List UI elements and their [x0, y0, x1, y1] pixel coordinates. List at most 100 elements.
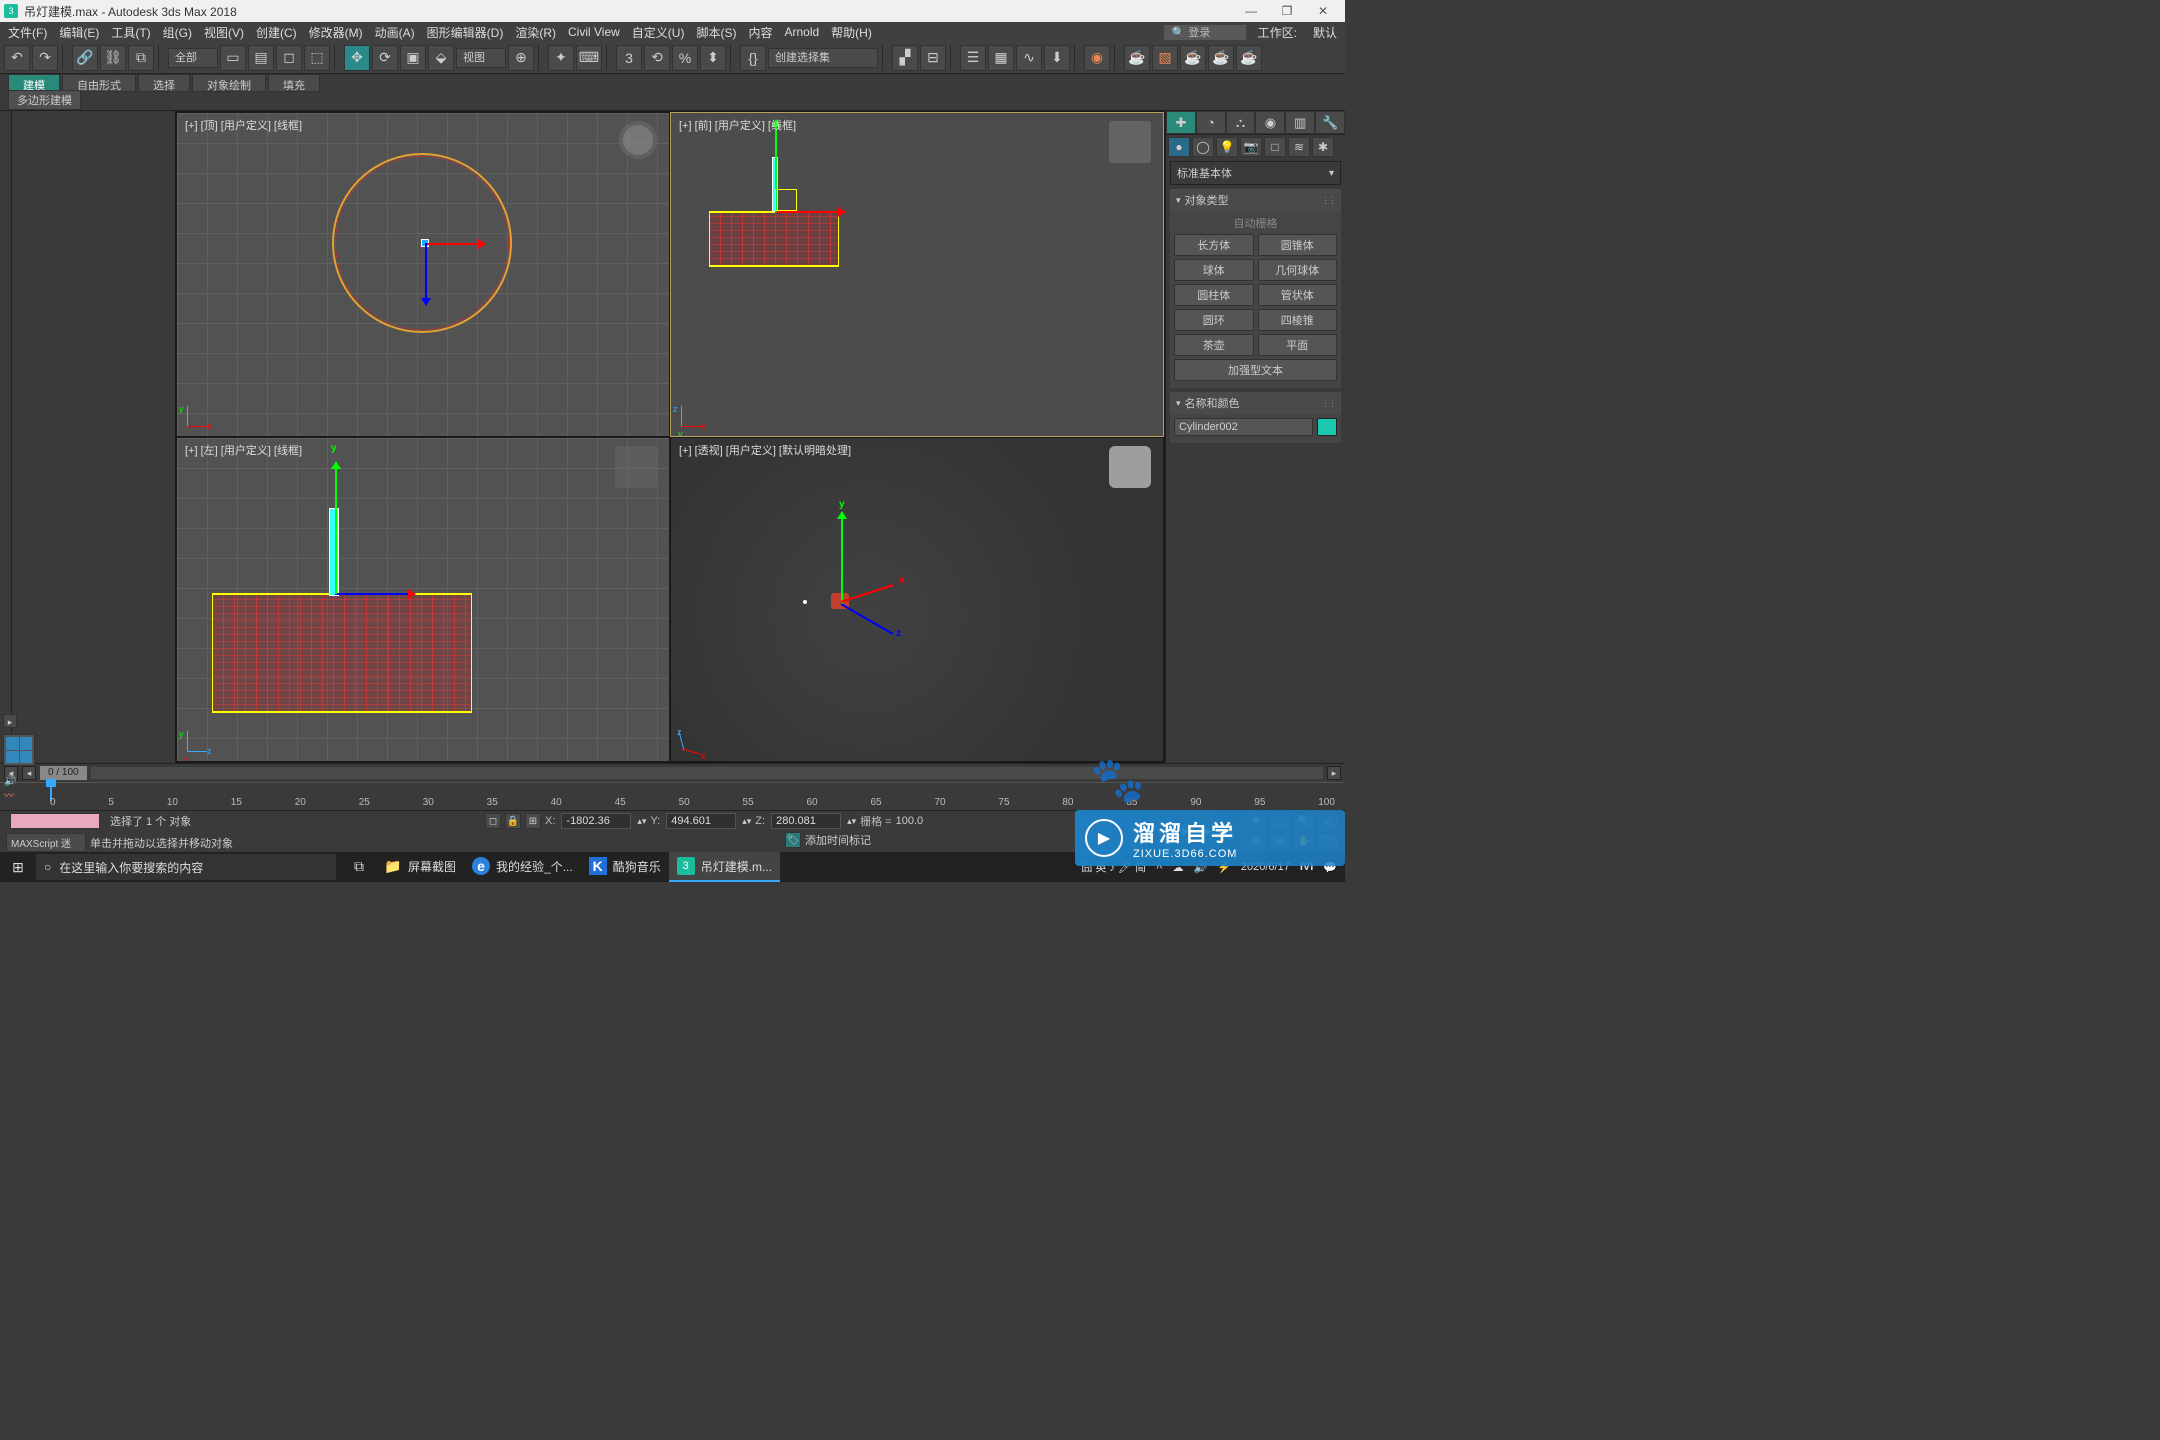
- viewport-front[interactable]: [+] [前] [用户定义] [线框] x z y: [671, 113, 1163, 436]
- placement-button[interactable]: ⬙: [428, 45, 454, 71]
- task-view-button[interactable]: ⧉: [342, 852, 376, 882]
- subtab-shapes[interactable]: ◯: [1192, 137, 1214, 157]
- select-name-button[interactable]: ▤: [248, 45, 274, 71]
- viewport-label-front[interactable]: [+] [前] [用户定义] [线框]: [679, 117, 796, 133]
- taskbar-item[interactable]: e我的经验_个...: [464, 852, 581, 882]
- subtab-geometry[interactable]: ●: [1168, 137, 1190, 157]
- menu-animation[interactable]: 动画(A): [371, 24, 419, 41]
- selection-filter[interactable]: 全部: [168, 48, 218, 68]
- isolate-button[interactable]: ◻: [485, 813, 501, 829]
- coord-display-button[interactable]: ⊞: [525, 813, 541, 829]
- align-button[interactable]: ⊟: [920, 45, 946, 71]
- subtab-lights[interactable]: 💡: [1216, 137, 1238, 157]
- menu-modifiers[interactable]: 修改器(M): [305, 24, 367, 41]
- tab-display[interactable]: ▥: [1285, 111, 1315, 134]
- material-editor-button[interactable]: ◉: [1084, 45, 1110, 71]
- viewport-label-top[interactable]: [+] [顶] [用户定义] [线框]: [185, 117, 302, 133]
- audio-toggle[interactable]: 🔊〰: [4, 783, 24, 795]
- add-time-tag[interactable]: 添加时间标记: [805, 832, 871, 848]
- snap-button[interactable]: 3: [616, 45, 642, 71]
- ribbon-tab-selection[interactable]: 选择: [138, 74, 190, 92]
- named-sel-edit-button[interactable]: {}: [740, 45, 766, 71]
- viewport-label-left[interactable]: [+] [左] [用户定义] [线框]: [185, 442, 302, 458]
- unlink-button[interactable]: ⛓: [100, 45, 126, 71]
- taskbar-search[interactable]: ○ 在这里输入你要搜索的内容: [36, 854, 336, 880]
- render-setup-button[interactable]: ☕: [1124, 45, 1150, 71]
- taskbar-item[interactable]: 📁屏幕截图: [376, 852, 464, 882]
- menu-graph[interactable]: 图形编辑器(D): [423, 24, 508, 41]
- object-cylinder-left[interactable]: [212, 593, 472, 713]
- rotate-button[interactable]: ⟳: [372, 45, 398, 71]
- btn-torus[interactable]: 圆环: [1174, 309, 1254, 331]
- btn-sphere[interactable]: 球体: [1174, 259, 1254, 281]
- object-name-input[interactable]: Cylinder002: [1174, 418, 1313, 436]
- btn-plane[interactable]: 平面: [1258, 334, 1338, 356]
- ribbon-tab-objpaint[interactable]: 对象绘制: [192, 74, 266, 92]
- scene-explorer-bar[interactable]: [0, 111, 12, 763]
- menu-edit[interactable]: 编辑(E): [55, 24, 103, 41]
- spinner-snap-button[interactable]: ⬍: [700, 45, 726, 71]
- coord-z[interactable]: 280.081: [771, 813, 841, 829]
- selected-cylinder-left[interactable]: [329, 508, 339, 596]
- rollout-name-color[interactable]: 名称和颜色: [1170, 392, 1341, 414]
- named-selection-set[interactable]: 创建选择集: [768, 48, 878, 68]
- subtab-systems[interactable]: ✱: [1312, 137, 1334, 157]
- menu-tools[interactable]: 工具(T): [107, 24, 154, 41]
- taskbar-item[interactable]: 3吊灯建模.m...: [669, 852, 780, 882]
- track-next-button[interactable]: ▸: [1327, 766, 1341, 780]
- object-cylinder-front[interactable]: [709, 211, 839, 267]
- minimize-button[interactable]: —: [1233, 0, 1269, 22]
- tab-motion[interactable]: ◉: [1255, 111, 1285, 134]
- menu-help[interactable]: 帮助(H): [827, 24, 876, 41]
- track-prev2-button[interactable]: ◂: [22, 766, 36, 780]
- render-prod-button[interactable]: ☕: [1208, 45, 1234, 71]
- coord-x[interactable]: -1802.36: [561, 813, 631, 829]
- angle-snap-button[interactable]: ⟲: [644, 45, 670, 71]
- viewport-perspective[interactable]: [+] [透视] [用户定义] [默认明暗处理] y x z z x: [671, 438, 1163, 761]
- coord-y[interactable]: 494.601: [666, 813, 736, 829]
- workspace-selector[interactable]: 默认: [1309, 24, 1341, 41]
- time-tag-icon[interactable]: 🏷: [785, 832, 801, 848]
- move-button[interactable]: ✥: [344, 45, 370, 71]
- layer-button[interactable]: ☰: [960, 45, 986, 71]
- maximize-button[interactable]: ❐: [1269, 0, 1305, 22]
- curve-editor-button[interactable]: ∿: [1016, 45, 1042, 71]
- maxscript-listener[interactable]: MAXScript 迷: [6, 833, 86, 852]
- mirror-button[interactable]: ▞: [892, 45, 918, 71]
- render-frame-button[interactable]: ▧: [1152, 45, 1178, 71]
- frame-indicator[interactable]: 0 / 100: [40, 766, 87, 780]
- btn-box[interactable]: 长方体: [1174, 234, 1254, 256]
- taskbar-item[interactable]: K酷狗音乐: [581, 852, 669, 882]
- render-button[interactable]: ☕: [1180, 45, 1206, 71]
- object-color-swatch[interactable]: [1317, 418, 1337, 436]
- btn-geosphere[interactable]: 几何球体: [1258, 259, 1338, 281]
- percent-snap-button[interactable]: %: [672, 45, 698, 71]
- keyboard-shortcut-button[interactable]: ⌨: [576, 45, 602, 71]
- schematic-button[interactable]: ⬇: [1044, 45, 1070, 71]
- manipulate-button[interactable]: ✦: [548, 45, 574, 71]
- viewport-top[interactable]: [+] [顶] [用户定义] [线框] x y: [177, 113, 669, 436]
- tab-modify[interactable]: ◔: [1196, 111, 1226, 134]
- lock-button[interactable]: 🔒: [505, 813, 521, 829]
- window-cross-button[interactable]: ⬚: [304, 45, 330, 71]
- menu-file[interactable]: 文件(F): [4, 24, 51, 41]
- subtab-helpers[interactable]: □: [1264, 137, 1286, 157]
- menu-group[interactable]: 组(G): [159, 24, 196, 41]
- tab-hierarchy[interactable]: ⛬: [1226, 111, 1256, 134]
- btn-pyramid[interactable]: 四棱锥: [1258, 309, 1338, 331]
- rollout-object-type[interactable]: 对象类型: [1170, 189, 1341, 211]
- subtab-cameras[interactable]: 📷: [1240, 137, 1262, 157]
- viewcube-front[interactable]: [1109, 121, 1151, 163]
- tab-utilities[interactable]: 🔧: [1315, 111, 1345, 134]
- btn-cylinder[interactable]: 圆柱体: [1174, 284, 1254, 306]
- ribbon-tab-populate[interactable]: 填充: [268, 74, 320, 92]
- category-dropdown[interactable]: 标准基本体: [1170, 161, 1341, 185]
- menu-customize[interactable]: 自定义(U): [628, 24, 689, 41]
- viewcube-top[interactable]: [619, 121, 657, 159]
- ref-coord-system[interactable]: 视图: [456, 48, 506, 68]
- pivot-button[interactable]: ⊕: [508, 45, 534, 71]
- signin-search[interactable]: 🔍 登录: [1164, 25, 1246, 40]
- menu-content[interactable]: 内容: [744, 24, 776, 41]
- status-color-swatch[interactable]: [10, 813, 100, 829]
- btn-teapot[interactable]: 茶壶: [1174, 334, 1254, 356]
